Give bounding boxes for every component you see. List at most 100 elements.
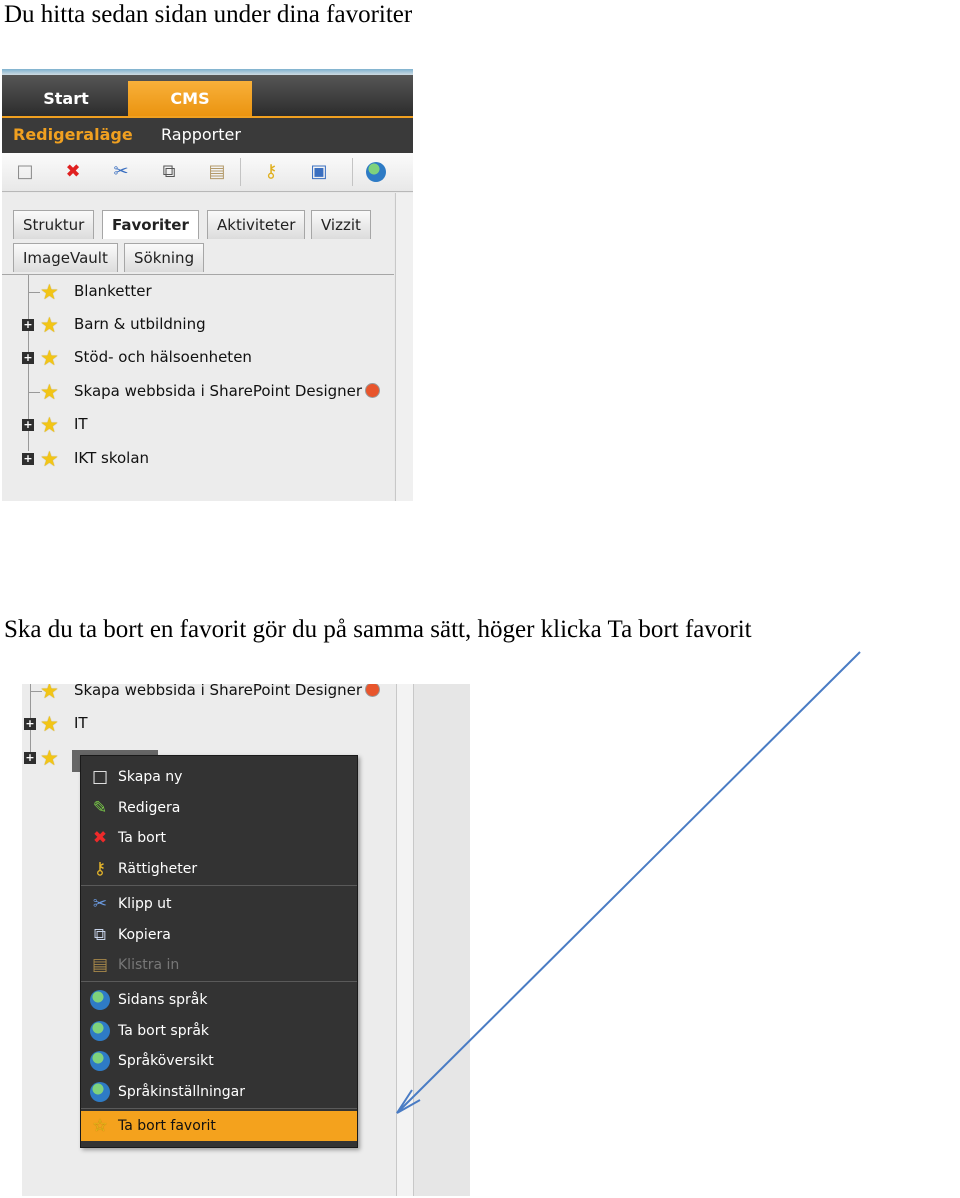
expand-icon[interactable]: + xyxy=(22,419,34,431)
tab-underline xyxy=(2,274,394,275)
cms-favorites-screenshot: Start CMS Redigeraläge Rapporter □ ✖ ✂ ⧉… xyxy=(2,69,413,501)
favorite-label: IT xyxy=(74,714,88,732)
star-icon: ★ xyxy=(40,712,59,736)
favorite-label: IKT skolan xyxy=(74,449,150,467)
favorites-pane: Struktur Favoriter Aktiviteter Vizzit Im… xyxy=(2,193,394,501)
content-area xyxy=(414,684,470,1196)
tab-structure[interactable]: Struktur xyxy=(13,210,95,239)
menu-separator xyxy=(81,1108,357,1109)
permissions-icon: ⚷ xyxy=(93,859,107,879)
favorite-item[interactable]: + ★ IT xyxy=(2,410,394,440)
tab-favorites[interactable]: Favoriter xyxy=(102,210,199,239)
favorite-item[interactable]: ★ Skapa webbsida i SharePoint Designer xyxy=(2,377,394,407)
menu-item-label: Klipp ut xyxy=(118,896,172,912)
menu-item-label: Sidans språk xyxy=(118,992,208,1008)
menu-item-paste: ▤ Klistra in xyxy=(81,950,357,980)
tab-cms[interactable]: CMS xyxy=(128,81,252,116)
external-link-icon xyxy=(365,684,381,697)
globe-icon[interactable]: ● xyxy=(366,162,386,182)
main-tab-bar: Start CMS xyxy=(2,75,413,116)
menu-item-delete[interactable]: ✖ Ta bort xyxy=(81,823,357,853)
menu-item-label: Klistra in xyxy=(118,957,180,973)
language-settings-icon: ● xyxy=(90,1082,110,1102)
expand-icon[interactable]: + xyxy=(24,752,36,764)
menu-item-edit[interactable]: ✎ Redigera xyxy=(81,793,357,823)
star-icon: ★ xyxy=(40,313,59,337)
expand-icon[interactable]: + xyxy=(22,453,34,465)
menu-item-label: Redigera xyxy=(118,800,181,816)
favorite-item[interactable]: + ★ IT xyxy=(22,709,392,739)
favorite-label: Skapa webbsida i SharePoint Designer xyxy=(74,382,381,400)
expand-icon[interactable]: + xyxy=(22,352,34,364)
tab-start[interactable]: Start xyxy=(28,81,104,116)
favorite-item[interactable]: + ★ Barn & utbildning xyxy=(2,310,394,340)
favorite-item[interactable]: ★ Skapa webbsida i SharePoint Designer xyxy=(22,684,392,706)
delete-icon: ✖ xyxy=(92,828,108,848)
delete-icon[interactable]: ✖ xyxy=(63,162,83,182)
favorite-label: IT xyxy=(74,415,88,433)
copy-icon: ⧉ xyxy=(93,925,107,945)
star-icon: ★ xyxy=(40,447,59,471)
star-icon: ★ xyxy=(40,380,59,404)
favorite-label: Blanketter xyxy=(74,282,152,300)
mode-bar: Redigeraläge Rapporter xyxy=(2,116,413,153)
menu-separator xyxy=(81,981,357,982)
menu-item-create-new[interactable]: □ Skapa ny xyxy=(81,762,357,792)
star-icon: ★ xyxy=(40,413,59,437)
heading-remove-favorite: Ska du ta bort en favorit gör du på samm… xyxy=(4,616,752,643)
tab-imagevault[interactable]: ImageVault xyxy=(13,243,118,272)
favorite-item[interactable]: + ★ IKT skolan xyxy=(2,444,394,474)
menu-item-remove-language[interactable]: ● Ta bort språk xyxy=(81,1016,357,1046)
tree-connector xyxy=(28,392,40,393)
permissions-icon[interactable]: ⚷ xyxy=(261,162,281,182)
mode-reports-link[interactable]: Rapporter xyxy=(161,125,241,144)
tab-activities[interactable]: Aktiviteter xyxy=(207,210,306,239)
favorite-label-text: Skapa webbsida i SharePoint Designer xyxy=(74,382,363,400)
star-icon: ☆ xyxy=(92,1116,108,1136)
toolbar: □ ✖ ✂ ⧉ ▤ ⚷ ▣ ● xyxy=(2,153,413,192)
favorite-item[interactable]: + ★ Stöd- och hälsoenheten xyxy=(2,343,394,373)
vertical-scrollbar[interactable] xyxy=(395,193,413,501)
menu-item-remove-favorite[interactable]: ☆ Ta bort favorit xyxy=(81,1111,357,1141)
mode-edit-link[interactable]: Redigeraläge xyxy=(13,125,133,144)
paste-icon[interactable]: ▤ xyxy=(207,162,227,182)
page-language-icon: ● xyxy=(90,990,110,1010)
external-link-icon xyxy=(365,383,381,398)
context-menu-screenshot: ★ Skapa webbsida i SharePoint Designer +… xyxy=(22,684,470,1196)
favorite-label-text: Skapa webbsida i SharePoint Designer xyxy=(74,684,363,699)
menu-item-label: Ta bort favorit xyxy=(118,1118,216,1134)
menu-item-permissions[interactable]: ⚷ Rättigheter xyxy=(81,854,357,884)
star-icon: ★ xyxy=(40,280,59,304)
menu-item-language-settings[interactable]: ● Språkinställningar xyxy=(81,1077,357,1107)
translate-icon[interactable]: ▣ xyxy=(309,162,329,182)
menu-item-copy[interactable]: ⧉ Kopiera xyxy=(81,920,357,950)
remove-language-icon: ● xyxy=(90,1021,110,1041)
menu-item-cut[interactable]: ✂ Klipp ut xyxy=(81,889,357,919)
expand-icon[interactable]: + xyxy=(24,718,36,730)
vertical-scrollbar[interactable] xyxy=(396,684,414,1196)
heading-find-favorites: Du hitta sedan sidan under dina favorite… xyxy=(4,1,413,28)
tab-vizzit[interactable]: Vizzit xyxy=(311,210,371,239)
menu-item-page-language[interactable]: ● Sidans språk xyxy=(81,985,357,1015)
tab-search[interactable]: Sökning xyxy=(124,243,205,272)
menu-item-language-overview[interactable]: ● Språköversikt xyxy=(81,1046,357,1076)
expand-icon[interactable]: + xyxy=(22,319,34,331)
favorite-label: Barn & utbildning xyxy=(74,315,206,333)
paste-icon: ▤ xyxy=(91,955,109,975)
menu-item-label: Ta bort språk xyxy=(118,1023,210,1039)
menu-separator xyxy=(81,885,357,886)
favorite-label: Stöd- och hälsoenheten xyxy=(74,348,252,366)
copy-icon[interactable]: ⧉ xyxy=(159,162,179,182)
toolbar-separator xyxy=(240,158,241,186)
new-page-icon: □ xyxy=(91,767,109,787)
favorite-label: Skapa webbsida i SharePoint Designer xyxy=(74,684,381,699)
favorite-item[interactable]: ★ Blanketter xyxy=(2,277,394,307)
star-icon: ★ xyxy=(40,746,59,770)
menu-item-label: Rättigheter xyxy=(118,861,198,877)
menu-item-label: Ta bort xyxy=(118,830,166,846)
menu-item-label: Skapa ny xyxy=(118,769,183,785)
menu-item-label: Språkinställningar xyxy=(118,1084,245,1100)
cut-icon[interactable]: ✂ xyxy=(111,162,131,182)
edit-icon: ✎ xyxy=(92,798,108,818)
new-page-icon[interactable]: □ xyxy=(15,162,35,182)
